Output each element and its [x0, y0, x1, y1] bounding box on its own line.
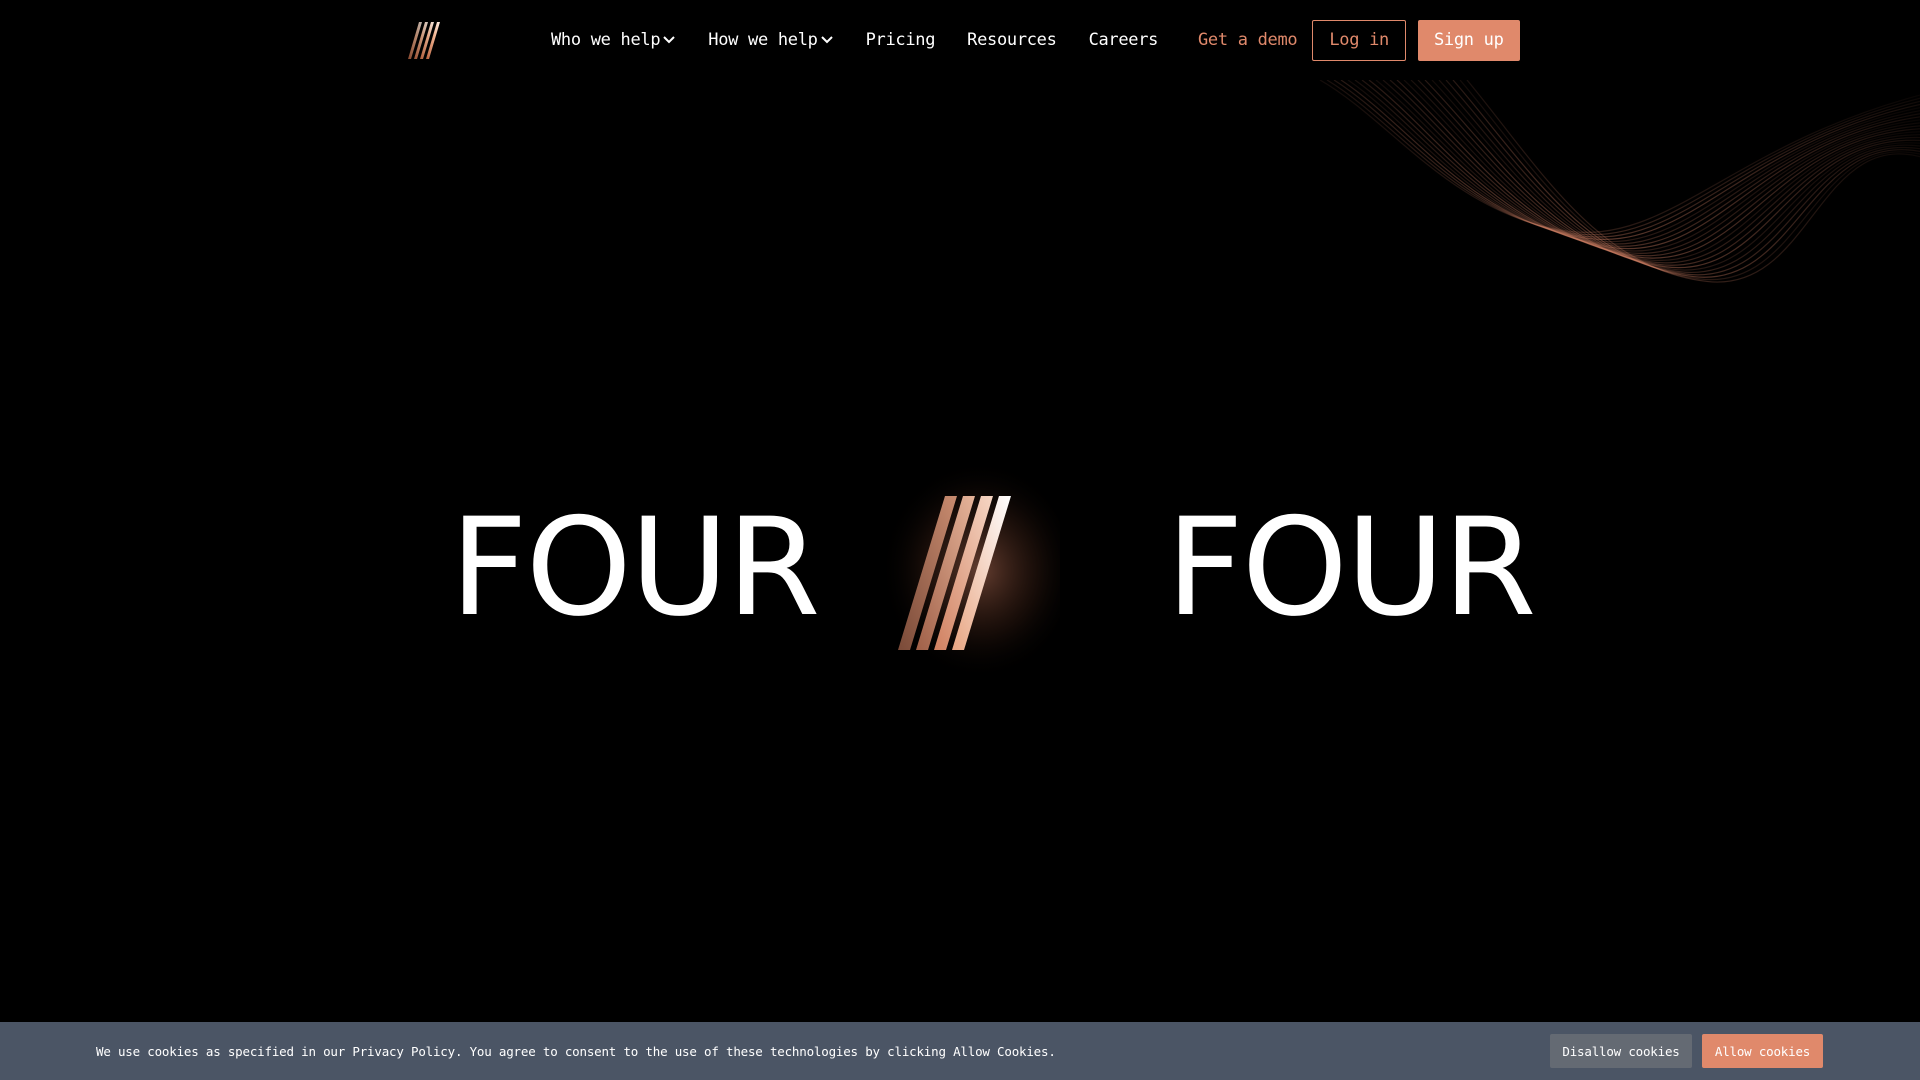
header-actions: Get a demo Log in Sign up	[1198, 19, 1520, 61]
main-nav: Who we help How we help Pricing Resource…	[551, 0, 1158, 80]
hero-left-word: FOUR	[450, 489, 821, 646]
wave-line	[1403, 80, 1920, 262]
nav-who-we-help-label: Who we help	[551, 30, 661, 50]
log-in-button[interactable]: Log in	[1312, 19, 1406, 61]
wave-line	[1375, 80, 1920, 252]
nav-careers[interactable]: Careers	[1089, 30, 1159, 50]
nav-who-we-help[interactable]: Who we help	[551, 30, 676, 50]
get-a-demo-link[interactable]: Get a demo	[1198, 30, 1298, 50]
cookie-banner: We use cookies as specified in our Priva…	[0, 1022, 1920, 1080]
wave-line	[1466, 80, 1920, 283]
allow-cookies-button[interactable]: Allow cookies	[1702, 1034, 1823, 1068]
four-slashes-zero-icon	[870, 460, 1060, 680]
hero-right-word: FOUR	[1166, 489, 1537, 646]
wave-line	[1459, 80, 1920, 281]
nav-resources[interactable]: Resources	[967, 30, 1057, 50]
nav-pricing-label: Pricing	[865, 30, 936, 50]
disallow-cookies-button[interactable]: Disallow cookies	[1550, 1034, 1692, 1068]
site-header: Who we help How we help Pricing Resource…	[0, 0, 1920, 80]
wave-line	[1326, 80, 1920, 236]
sign-up-button[interactable]: Sign up	[1417, 19, 1520, 61]
wave-line	[1445, 80, 1920, 276]
decorative-wave-lines	[1319, 80, 1920, 283]
wave-line	[1347, 80, 1920, 243]
cookie-banner-text: We use cookies as specified in our Priva…	[96, 1043, 1056, 1059]
nav-how-we-help[interactable]: How we help	[708, 30, 833, 50]
chevron-down-icon	[663, 36, 676, 44]
chevron-down-icon	[820, 36, 833, 44]
nav-pricing[interactable]: Pricing	[866, 30, 936, 50]
nav-resources-label: Resources	[967, 30, 1057, 50]
nav-careers-label: Careers	[1088, 30, 1159, 50]
nav-how-we-help-label: How we help	[708, 30, 818, 50]
four-slashes-logo-icon[interactable]	[406, 20, 440, 60]
